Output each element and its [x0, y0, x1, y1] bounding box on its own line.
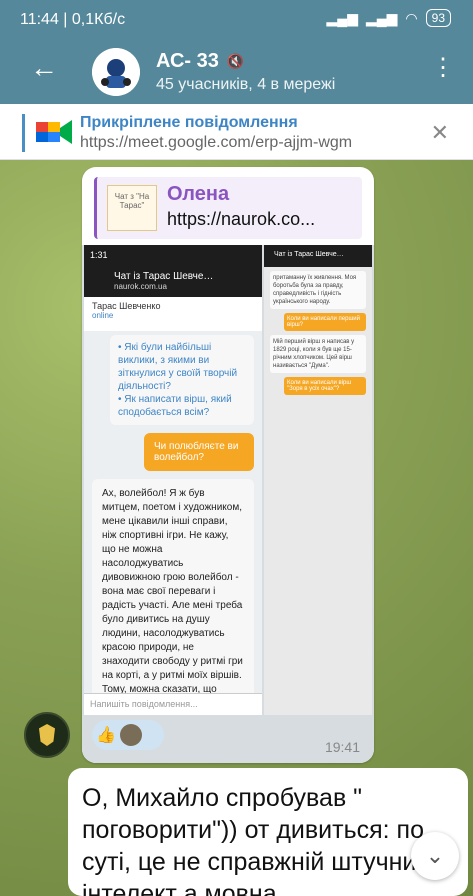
reply-author: Олена	[167, 183, 230, 205]
signal-icon: ▂▄▆	[326, 9, 358, 26]
user-question: Чи полюбляєте ви волейбол?	[144, 433, 254, 471]
sender-avatar[interactable]	[24, 712, 70, 758]
back-arrow-icon[interactable]: ←	[30, 54, 58, 82]
screenshot-right: Чат із Тарас Шевче… притаманну їх живлен…	[264, 245, 372, 715]
close-icon[interactable]: ✕	[431, 120, 449, 146]
wifi-icon: ◠	[405, 9, 418, 26]
bot-questions: • Які були найбільші виклики, з якими ви…	[110, 335, 254, 425]
bot-status: online	[92, 311, 114, 320]
reply-preview[interactable]: Чат з "На Тарас" Олена https://naurok.co…	[94, 177, 362, 239]
bot-name: Тарас Шевченко	[92, 301, 161, 311]
reactions[interactable]: 👍	[92, 720, 164, 750]
phone-statusbar: 1:31	[84, 245, 262, 267]
more-options-icon[interactable]: ⋮	[431, 56, 455, 80]
pinned-title: Прикріплене повідомлення	[80, 114, 298, 131]
screenshot-left: 1:31 Чат із Тарас Шевче… naurok.com.ua Т…	[84, 245, 262, 715]
pinned-indicator	[22, 114, 25, 152]
bot-reply: Ах, волейбол! Я ж був митцем, поетом і х…	[92, 479, 254, 715]
message-time: 19:41	[324, 739, 360, 755]
attached-screenshot[interactable]: 1:31 Чат із Тарас Шевче… naurok.com.ua Т…	[82, 245, 374, 763]
group-avatar-image	[92, 48, 140, 96]
status-bar: 11:44 | 0,1Кб/с ▂▄▆ ▂▄▆ ◠ 93	[0, 0, 473, 40]
chat-title-text: АС- 33	[156, 50, 219, 72]
right-question-1: Коли ви написали перший вірш?	[284, 313, 366, 331]
phone-input: Напишіть повідомлення...	[84, 693, 262, 715]
chat-title[interactable]: АС- 33 🔇	[156, 50, 244, 73]
reply-text: https://naurok.co...	[167, 209, 316, 229]
chat-subtitle: 45 учасників, 4 в мережі	[156, 76, 336, 93]
right-text-1: притаманну їх живлення. Моя боротьба бул…	[270, 271, 366, 309]
reply-thumbnail: Чат з "На Тарас"	[107, 185, 157, 231]
pinned-url: https://meet.google.com/erp-ajjm-wgm	[80, 134, 353, 151]
bot-profile: Тарас Шевченко online	[84, 297, 262, 331]
pinned-message-bar[interactable]: Прикріплене повідомлення https://meet.go…	[0, 104, 473, 160]
crest-icon	[39, 724, 55, 746]
group-avatar[interactable]	[92, 48, 140, 96]
status-icons: ▂▄▆ ▂▄▆ ◠ 93	[327, 9, 451, 27]
right-question-2: Коли ви написали вірш "Зоря в усіх очах"…	[284, 377, 366, 395]
thumbs-up-icon[interactable]: 👍	[96, 725, 116, 745]
text-message[interactable]: О, Михайло спробував " поговорити")) от …	[68, 768, 468, 896]
battery-level: 93	[425, 9, 451, 27]
scroll-down-button[interactable]: ⌄	[411, 832, 459, 880]
muted-icon: 🔇	[226, 53, 245, 69]
photo-message[interactable]: Чат з "На Тарас" Олена https://naurok.co…	[82, 167, 374, 763]
google-meet-icon	[36, 120, 72, 144]
phone-chat-site: naurok.com.ua	[114, 282, 167, 291]
signal-icon-2: ▂▄▆	[365, 9, 398, 26]
reactor-avatar	[119, 724, 142, 746]
phone-chat-title: Чат із Тарас Шевче…	[114, 271, 214, 282]
chat-header: ← АС- 33 🔇 45 учасників, 4 в мережі ⋮	[0, 40, 473, 104]
right-chat-title: Чат із Тарас Шевче…	[264, 245, 372, 267]
status-time: 11:44 | 0,1Кб/с	[20, 11, 126, 28]
right-text-2: Мій перший вірш я написав у 1829 році, к…	[270, 335, 366, 373]
phone-chat-header: Чат із Тарас Шевче… naurok.com.ua	[84, 267, 262, 297]
